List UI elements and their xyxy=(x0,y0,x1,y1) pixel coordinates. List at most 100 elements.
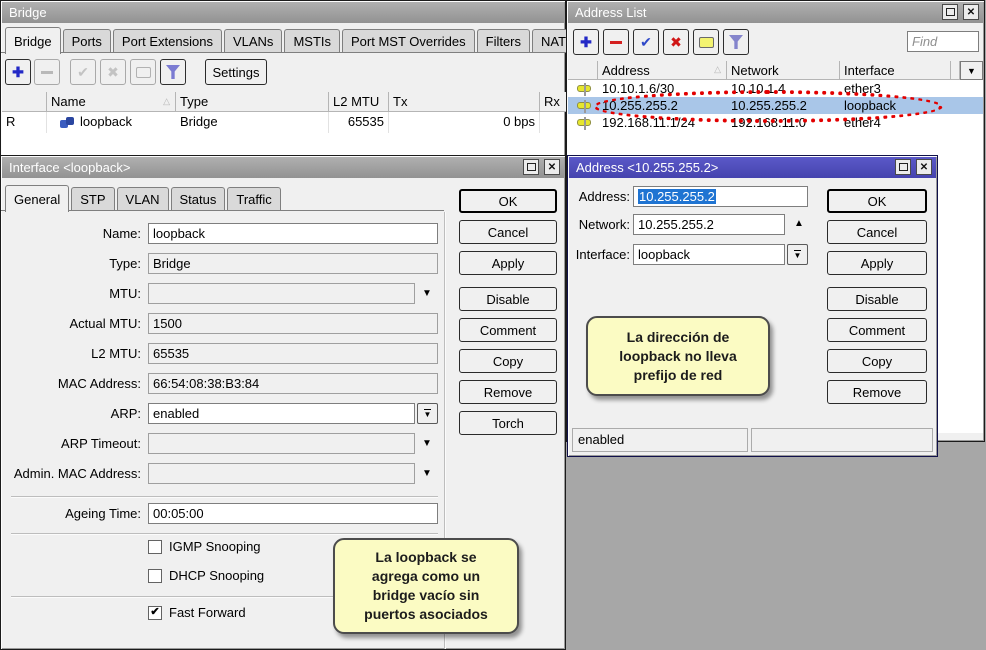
address-comment-button[interactable] xyxy=(693,29,719,55)
tab-port-mst-overrides[interactable]: Port MST Overrides xyxy=(342,29,475,53)
admin-mac-field[interactable] xyxy=(148,463,415,484)
torch-button[interactable]: Torch xyxy=(459,411,557,435)
comment-button[interactable]: Comment xyxy=(459,318,557,342)
igmp-snooping-checkbox[interactable]: IGMP Snooping xyxy=(148,539,261,554)
bridge-settings-button[interactable]: Settings xyxy=(205,59,267,85)
arp-label: ARP: xyxy=(1,403,141,424)
address-list-close-button[interactable]: ✕ xyxy=(963,4,979,20)
tab-general[interactable]: General xyxy=(5,185,69,212)
disable-button[interactable]: Disable xyxy=(827,287,927,311)
address-dialog-maximize-button[interactable] xyxy=(895,159,911,175)
bridge-col-name[interactable]: Name △ xyxy=(47,92,176,112)
tab-vlan[interactable]: VLAN xyxy=(117,187,169,211)
close-icon: ✕ xyxy=(548,162,556,173)
chevron-up-icon[interactable]: ▲ xyxy=(794,219,804,229)
remove-button[interactable]: Remove xyxy=(827,380,927,404)
actual-mtu-label: Actual MTU: xyxy=(1,313,141,334)
combo-arrow-icon: ▼ xyxy=(424,409,432,419)
bridge-add-button[interactable]: ✚ xyxy=(5,59,31,85)
interface-maximize-button[interactable] xyxy=(523,159,539,175)
address-remove-button[interactable] xyxy=(603,29,629,55)
l2-mtu-field: 65535 xyxy=(148,343,438,364)
address-input[interactable]: 10.255.255.2 xyxy=(633,186,808,207)
mac-address-label: MAC Address: xyxy=(1,373,141,394)
address-disable-button[interactable]: ✖ xyxy=(663,29,689,55)
close-icon: ✕ xyxy=(967,7,975,18)
tab-port-extensions[interactable]: Port Extensions xyxy=(113,29,222,53)
status-bar-left: enabled xyxy=(572,428,748,452)
apply-button[interactable]: Apply xyxy=(827,251,927,275)
arp-combo-button[interactable]: ▼ xyxy=(417,403,438,424)
address-filter-button[interactable] xyxy=(723,29,749,55)
bridge-filter-button[interactable] xyxy=(160,59,186,85)
bridge-enable-button[interactable]: ✔ xyxy=(70,59,96,85)
chevron-down-icon[interactable]: ▼ xyxy=(422,439,432,449)
interface-input[interactable]: loopback xyxy=(633,244,785,265)
ip-address-icon xyxy=(577,85,591,92)
filter-icon xyxy=(729,35,743,49)
bridge-tabstrip: Bridge Ports Port Extensions VLANs MSTIs… xyxy=(5,26,614,53)
bridge-table-row[interactable]: R loopback Bridge 65535 0 bps xyxy=(2,112,564,133)
tab-ports[interactable]: Ports xyxy=(63,29,111,53)
find-input[interactable] xyxy=(907,31,979,52)
chevron-down-icon[interactable]: ▼ xyxy=(422,469,432,479)
column-selector-button[interactable]: ▼ xyxy=(960,61,983,80)
tab-stp[interactable]: STP xyxy=(71,187,114,211)
tab-traffic[interactable]: Traffic xyxy=(227,187,280,211)
fast-forward-checkbox[interactable]: ✔ Fast Forward xyxy=(148,605,246,620)
address-add-button[interactable]: ✚ xyxy=(573,29,599,55)
bridge-col-rx[interactable]: Rx xyxy=(540,92,568,112)
tab-bridge[interactable]: Bridge xyxy=(5,27,61,54)
comment-button[interactable]: Comment xyxy=(827,318,927,342)
comment-icon xyxy=(136,67,151,78)
interface-dialog-titlebar[interactable]: Interface <loopback> xyxy=(2,157,564,178)
al-col-network[interactable]: Network xyxy=(727,61,840,80)
al-col-flags[interactable] xyxy=(568,61,598,80)
tab-mstis[interactable]: MSTIs xyxy=(284,29,340,53)
bridge-col-l2mtu[interactable]: L2 MTU xyxy=(329,92,389,112)
ageing-time-field[interactable]: 00:05:00 xyxy=(148,503,438,524)
copy-button[interactable]: Copy xyxy=(459,349,557,373)
bridge-remove-button[interactable] xyxy=(34,59,60,85)
tab-status[interactable]: Status xyxy=(171,187,226,211)
interface-combo-button[interactable]: ▼ xyxy=(787,244,808,265)
sort-asc-icon: △ xyxy=(163,97,170,106)
bridge-col-type[interactable]: Type xyxy=(176,92,329,112)
cancel-button[interactable]: Cancel xyxy=(459,220,557,244)
address-list-titlebar[interactable]: Address List xyxy=(568,2,983,23)
bridge-col-tx[interactable]: Tx xyxy=(389,92,540,112)
address-dialog-titlebar[interactable]: Address <10.255.255.2> xyxy=(569,157,936,178)
bridge-col-flags[interactable] xyxy=(2,92,47,112)
bridge-comment-button[interactable] xyxy=(130,59,156,85)
arp-timeout-field[interactable] xyxy=(148,433,415,454)
mtu-field[interactable] xyxy=(148,283,415,304)
copy-button[interactable]: Copy xyxy=(827,349,927,373)
cancel-button[interactable]: Cancel xyxy=(827,220,927,244)
comment-icon xyxy=(699,37,714,48)
address-enable-button[interactable]: ✔ xyxy=(633,29,659,55)
name-field[interactable]: loopback xyxy=(148,223,438,244)
apply-button[interactable]: Apply xyxy=(459,251,557,275)
chevron-down-icon[interactable]: ▼ xyxy=(422,289,432,299)
interface-tabstrip: General STP VLAN Status Traffic xyxy=(5,184,283,211)
arp-field[interactable]: enabled xyxy=(148,403,415,424)
al-col-interface[interactable]: Interface xyxy=(840,61,951,80)
tab-filters[interactable]: Filters xyxy=(477,29,530,53)
bridge-titlebar[interactable]: Bridge xyxy=(2,2,564,23)
ok-button[interactable]: OK xyxy=(827,189,927,213)
tab-vlans[interactable]: VLANs xyxy=(224,29,282,53)
dhcp-snooping-label: DHCP Snooping xyxy=(169,568,264,583)
address-dialog-close-button[interactable]: ✕ xyxy=(916,159,932,175)
al-col-address[interactable]: Address △ xyxy=(598,61,727,80)
remove-button[interactable]: Remove xyxy=(459,380,557,404)
interface-close-button[interactable]: ✕ xyxy=(544,159,560,175)
type-label: Type: xyxy=(1,253,141,274)
dhcp-snooping-checkbox[interactable]: DHCP Snooping xyxy=(148,568,264,583)
disable-button[interactable]: Disable xyxy=(459,287,557,311)
address-dialog: Address <10.255.255.2> ✕ Address: 10.255… xyxy=(567,155,938,457)
ok-button[interactable]: OK xyxy=(459,189,557,213)
network-input[interactable]: 10.255.255.2 xyxy=(633,214,785,235)
address-list-maximize-button[interactable] xyxy=(942,4,958,20)
address-dialog-title: Address <10.255.255.2> xyxy=(576,160,718,175)
bridge-disable-button[interactable]: ✖ xyxy=(100,59,126,85)
